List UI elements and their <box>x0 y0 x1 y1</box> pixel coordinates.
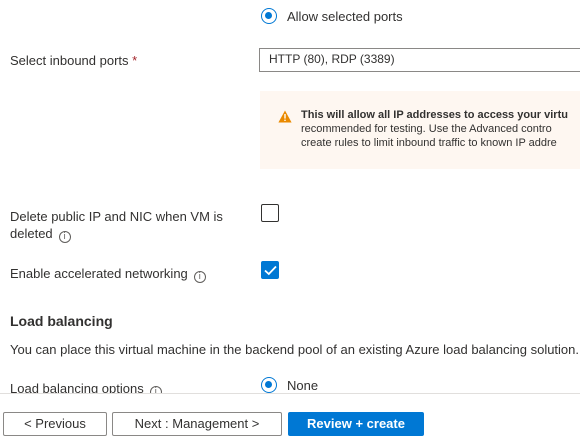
accelerated-networking-checkbox[interactable] <box>261 261 279 279</box>
inbound-ports-select[interactable]: HTTP (80), RDP (3389) <box>259 48 580 72</box>
warning-box: This will allow all IP addresses to acce… <box>260 91 580 169</box>
info-icon[interactable]: i <box>58 231 71 243</box>
review-create-button[interactable]: Review + create <box>288 412 424 436</box>
delete-public-ip-checkbox[interactable] <box>261 204 279 222</box>
next-management-button[interactable]: Next : Management > <box>112 412 282 436</box>
allow-selected-ports-label: Allow selected ports <box>287 9 403 24</box>
footer-bar: < Previous Next : Management > Review + … <box>0 393 580 447</box>
accelerated-networking-label: Enable accelerated networking i <box>10 265 206 283</box>
warning-line-3: create rules to limit inbound traffic to… <box>301 137 557 149</box>
load-balancing-none-radio[interactable] <box>261 377 277 393</box>
previous-button[interactable]: < Previous <box>3 412 107 436</box>
info-icon[interactable]: i <box>193 271 206 283</box>
load-balancing-title: Load balancing <box>10 313 113 329</box>
select-inbound-ports-text: Select inbound ports <box>10 53 129 68</box>
warning-line-2: recommended for testing. Use the Advance… <box>301 123 552 135</box>
delete-public-ip-line1: Delete public IP and NIC when VM is <box>10 209 223 224</box>
warning-icon <box>278 110 292 123</box>
select-inbound-ports-label: Select inbound ports * <box>10 52 137 69</box>
warning-bold-line: This will allow all IP addresses to acce… <box>301 109 568 121</box>
checkmark-icon <box>264 265 277 276</box>
warning-text: This will allow all IP addresses to acce… <box>301 108 568 150</box>
load-balancing-none-label: None <box>287 378 319 393</box>
load-balancing-description: You can place this virtual machine in th… <box>10 342 580 357</box>
delete-public-ip-label: Delete public IP and NIC when VM is dele… <box>10 208 223 243</box>
delete-public-ip-line2: deleted <box>10 226 53 241</box>
accelerated-networking-text: Enable accelerated networking <box>10 266 188 281</box>
required-mark: * <box>132 53 138 68</box>
allow-selected-ports-radio[interactable] <box>261 8 277 24</box>
